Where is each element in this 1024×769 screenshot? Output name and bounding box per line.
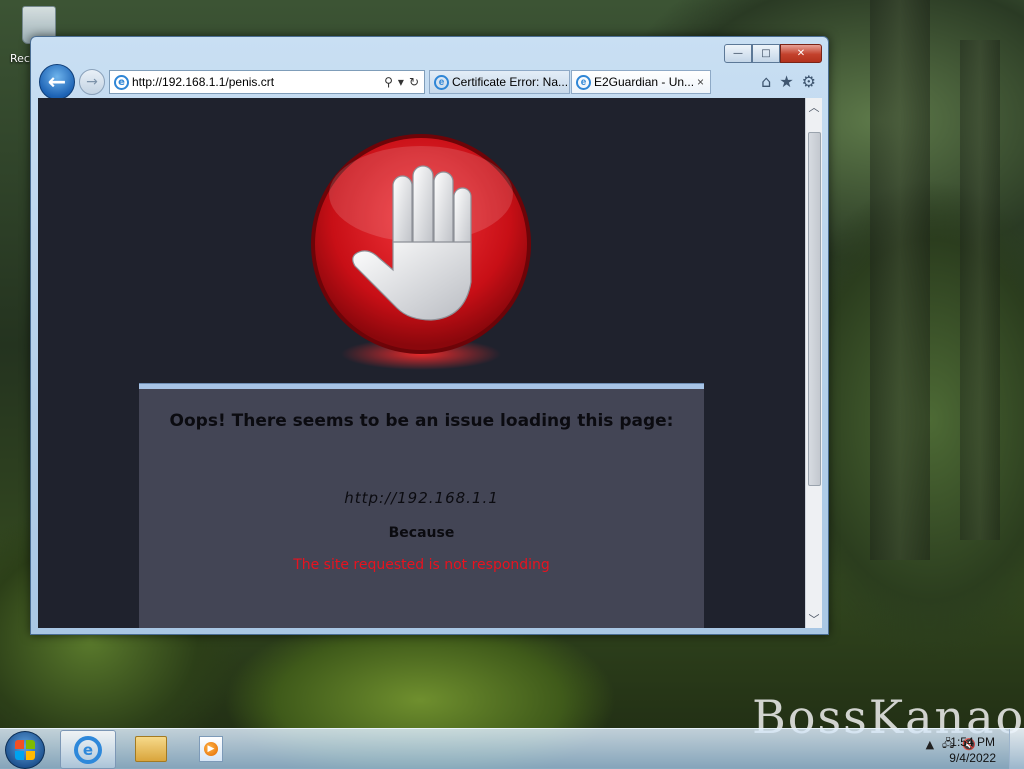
close-button[interactable]: ✕ bbox=[780, 44, 822, 63]
blocked-url: http://192.168.1.1 bbox=[344, 489, 499, 507]
favorites-star-icon[interactable]: ★ bbox=[779, 72, 793, 91]
windows-logo-yellow bbox=[26, 751, 35, 760]
show-desktop-button[interactable] bbox=[1009, 729, 1024, 769]
forward-button[interactable]: → bbox=[79, 69, 105, 95]
clock[interactable]: 1:54 PM 9/4/2022 bbox=[949, 734, 996, 766]
ie-tab-icon: e bbox=[576, 74, 591, 90]
because-label: Because bbox=[388, 525, 455, 541]
scroll-thumb[interactable] bbox=[808, 132, 821, 486]
clock-time: 1:54 PM bbox=[950, 735, 995, 749]
address-dropdown-icon[interactable]: ▾ bbox=[398, 75, 404, 89]
address-tools: ⚲ ▾ ↻ bbox=[384, 75, 419, 89]
ie-page-icon: e bbox=[114, 74, 129, 90]
ie-tab-icon: e bbox=[434, 74, 449, 90]
page-viewport: Oops! There seems to be an issue loading… bbox=[38, 98, 805, 628]
taskbar: e ▶ ▲ 🖧 🔇 1:54 PM 9/4/2022 bbox=[0, 728, 1024, 769]
home-icon[interactable]: ⌂ bbox=[761, 72, 771, 91]
error-reason: The site requested is not responding bbox=[293, 557, 550, 573]
windows-logo-red bbox=[15, 740, 24, 749]
taskbar-internet-explorer[interactable]: e bbox=[60, 730, 116, 769]
taskbar-file-explorer[interactable] bbox=[124, 730, 178, 767]
refresh-icon[interactable]: ↻ bbox=[409, 75, 419, 89]
vertical-scrollbar[interactable]: ︿ ﹀ bbox=[805, 98, 822, 628]
search-icon[interactable]: ⚲ bbox=[384, 75, 393, 89]
scroll-down-icon[interactable]: ﹀ bbox=[806, 610, 822, 628]
internet-explorer-icon: e bbox=[74, 735, 102, 764]
maximize-button[interactable]: □ bbox=[752, 44, 780, 63]
address-bar[interactable]: e http://192.168.1.1/penis.crt ⚲ ▾ ↻ bbox=[109, 70, 425, 94]
address-url[interactable]: http://192.168.1.1/penis.crt bbox=[132, 75, 384, 89]
tools-gear-icon[interactable]: ⚙ bbox=[802, 72, 816, 91]
minimize-button[interactable]: — bbox=[724, 44, 752, 63]
windows-logo-blue bbox=[15, 751, 24, 760]
taskbar-media-player[interactable]: ▶ bbox=[184, 730, 238, 767]
tab-e2guardian[interactable]: e E2Guardian - Un... × bbox=[571, 70, 711, 94]
window-caption-buttons: — □ ✕ bbox=[724, 44, 822, 63]
tab-certificate-error[interactable]: e Certificate Error: Na... bbox=[429, 70, 570, 94]
back-button[interactable]: ← bbox=[39, 64, 75, 100]
start-button[interactable] bbox=[5, 731, 45, 769]
close-tab-icon[interactable]: × bbox=[697, 75, 704, 89]
folder-icon bbox=[135, 735, 167, 762]
tree-trunk bbox=[960, 40, 1000, 540]
scroll-up-icon[interactable]: ︿ bbox=[806, 98, 822, 116]
browser-toolbar-icons: ⌂ ★ ⚙ bbox=[761, 72, 816, 91]
media-player-icon: ▶ bbox=[199, 735, 223, 762]
stop-hand-icon bbox=[311, 134, 531, 370]
tab-label: Certificate Error: Na... bbox=[452, 75, 569, 89]
error-panel: Oops! There seems to be an issue loading… bbox=[139, 384, 704, 628]
browser-window: — □ ✕ ← → e http://192.168.1.1/penis.crt… bbox=[30, 36, 829, 635]
clock-date: 9/4/2022 bbox=[949, 751, 996, 765]
tree-trunk bbox=[870, 0, 930, 560]
show-hidden-icons-icon[interactable]: ▲ bbox=[926, 738, 934, 751]
windows-logo-green bbox=[26, 740, 35, 749]
tab-label: E2Guardian - Un... bbox=[594, 75, 693, 89]
error-title: Oops! There seems to be an issue loading… bbox=[169, 411, 674, 431]
